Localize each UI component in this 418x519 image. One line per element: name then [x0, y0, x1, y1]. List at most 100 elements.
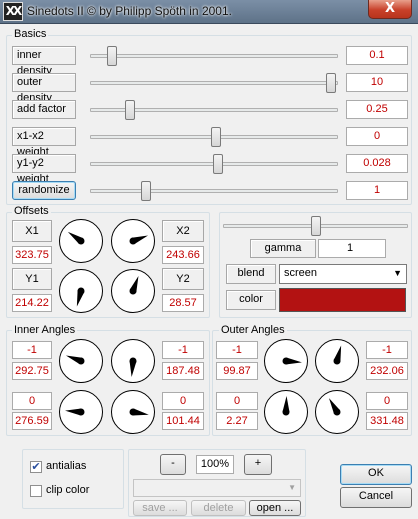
basics-slider-track[interactable] — [90, 81, 338, 85]
outer-dial-tl[interactable] — [264, 339, 308, 383]
offset-dial-x1[interactable] — [59, 219, 103, 263]
basics-row-value[interactable]: 0.028 — [346, 154, 408, 173]
xx-app-icon[interactable]: XX — [3, 2, 23, 21]
outer-dial-tr[interactable] — [315, 339, 359, 383]
inner-br-value[interactable]: 101.44 — [162, 412, 204, 430]
inner-dial-tl[interactable] — [59, 339, 103, 383]
gamma-label: gamma — [250, 239, 316, 258]
basics-row-label: y1-y2 weight — [12, 154, 76, 185]
offset-dial-y1[interactable] — [59, 269, 103, 313]
basics-slider-thumb[interactable] — [141, 181, 152, 201]
basics-slider-thumb[interactable] — [326, 73, 336, 93]
delete-button: delete — [191, 500, 246, 516]
open-button[interactable]: open ... — [249, 500, 301, 516]
basics-row-label: inner density — [12, 46, 76, 77]
basics-row-value[interactable]: 0.1 — [346, 46, 408, 65]
clip-color-checkbox[interactable] — [30, 485, 42, 497]
dial-hub — [333, 408, 341, 416]
basics-slider-track[interactable] — [90, 54, 338, 58]
inner-bl-value[interactable]: 276.59 — [12, 412, 52, 430]
basics-row-value[interactable]: 1 — [346, 181, 408, 200]
chevron-down-icon: ▼ — [288, 483, 296, 492]
dial-hub — [129, 408, 137, 416]
cancel-button[interactable]: Cancel — [340, 487, 412, 508]
ok-button[interactable]: OK — [340, 464, 412, 485]
outer-br-value[interactable]: 331.48 — [366, 412, 408, 430]
zoom-out-button[interactable]: - — [160, 454, 186, 475]
options-group — [22, 449, 124, 509]
basics-label: Basics — [12, 28, 49, 40]
window-title: Sinedots II © by Philipp Spöth in 2001. — [27, 4, 232, 18]
blend-label: blend — [226, 264, 276, 284]
inner-dial-br[interactable] — [111, 390, 155, 434]
zoom-value[interactable]: 100% — [196, 455, 234, 474]
x1-label: X1 — [12, 220, 52, 242]
gamma-value[interactable]: 1 — [318, 239, 386, 258]
basics-row-value[interactable]: 10 — [346, 73, 408, 92]
y1-value[interactable]: 214.22 — [12, 294, 52, 312]
gamma-slider-thumb[interactable] — [310, 216, 321, 236]
blend-select-value: screen — [284, 267, 318, 279]
outer-tr-top[interactable]: -1 — [366, 341, 408, 359]
y2-value[interactable]: 28.57 — [162, 294, 204, 312]
dial-hub — [333, 357, 341, 365]
dial-hub — [129, 237, 137, 245]
outer-tl-top[interactable]: -1 — [216, 341, 258, 359]
clip-color-label: clip color — [46, 484, 90, 496]
basics-slider-thumb[interactable] — [212, 154, 223, 174]
inner-bl-top[interactable]: 0 — [12, 392, 52, 410]
preset-select: ▼ — [133, 479, 301, 497]
outer-tr-value[interactable]: 232.06 — [366, 362, 408, 380]
dial-hub — [77, 408, 85, 416]
zoom-in-button[interactable]: + — [244, 454, 272, 475]
title-bar: XX Sinedots II © by Philipp Spöth in 200… — [0, 0, 418, 24]
basics-slider-thumb[interactable] — [125, 100, 136, 120]
dial-hub — [77, 287, 85, 295]
dial-hub — [282, 408, 290, 416]
outer-tl-value[interactable]: 99.87 — [216, 362, 258, 380]
basics-row-label: x1-x2 weight — [12, 127, 76, 158]
inner-tr-top[interactable]: -1 — [162, 341, 204, 359]
x2-value[interactable]: 243.66 — [162, 246, 204, 264]
blend-select[interactable]: screen ▼ — [279, 264, 407, 284]
inner-dial-tr[interactable] — [111, 339, 155, 383]
x1-value[interactable]: 323.75 — [12, 246, 52, 264]
basics-row-value[interactable]: 0.25 — [346, 100, 408, 119]
basics-row-label: add factor — [12, 100, 76, 119]
antialias-checkbox[interactable]: ✔ — [30, 461, 42, 473]
y2-label: Y2 — [162, 268, 204, 290]
inner-dial-bl[interactable] — [59, 390, 103, 434]
outer-dial-bl[interactable] — [264, 390, 308, 434]
inner-tr-value[interactable]: 187.48 — [162, 362, 204, 380]
basics-slider-thumb[interactable] — [210, 127, 221, 147]
inner-tl-top[interactable]: -1 — [12, 341, 52, 359]
basics-slider-track[interactable] — [90, 189, 338, 193]
basics-slider-thumb[interactable] — [106, 46, 117, 66]
chevron-down-icon: ▼ — [393, 268, 402, 278]
inner-br-top[interactable]: 0 — [162, 392, 204, 410]
basics-row-value[interactable]: 0 — [346, 127, 408, 146]
dial-hub — [129, 287, 137, 295]
dial-hub — [282, 357, 290, 365]
x2-label: X2 — [162, 220, 204, 242]
outer-br-top[interactable]: 0 — [366, 392, 408, 410]
dial-hub — [129, 357, 137, 365]
antialias-label: antialias — [46, 460, 87, 472]
dial-hub — [77, 357, 85, 365]
dial-hub — [77, 237, 85, 245]
y1-label: Y1 — [12, 268, 52, 290]
outer-bl-value[interactable]: 2.27 — [216, 412, 258, 430]
color-swatch[interactable] — [279, 288, 406, 312]
offset-dial-y2[interactable] — [111, 269, 155, 313]
outer-angles-label: Outer Angles — [219, 324, 287, 336]
randomize-button[interactable]: randomize — [12, 181, 76, 200]
offsets-label: Offsets — [12, 205, 51, 217]
outer-dial-br[interactable] — [315, 390, 359, 434]
inner-tl-value[interactable]: 292.75 — [12, 362, 52, 380]
close-button[interactable]: X — [368, 0, 412, 19]
save-button: save ... — [133, 500, 187, 516]
offset-dial-x2[interactable] — [111, 219, 155, 263]
outer-bl-top[interactable]: 0 — [216, 392, 258, 410]
inner-angles-label: Inner Angles — [12, 324, 78, 336]
basics-row-label: outer density — [12, 73, 76, 104]
